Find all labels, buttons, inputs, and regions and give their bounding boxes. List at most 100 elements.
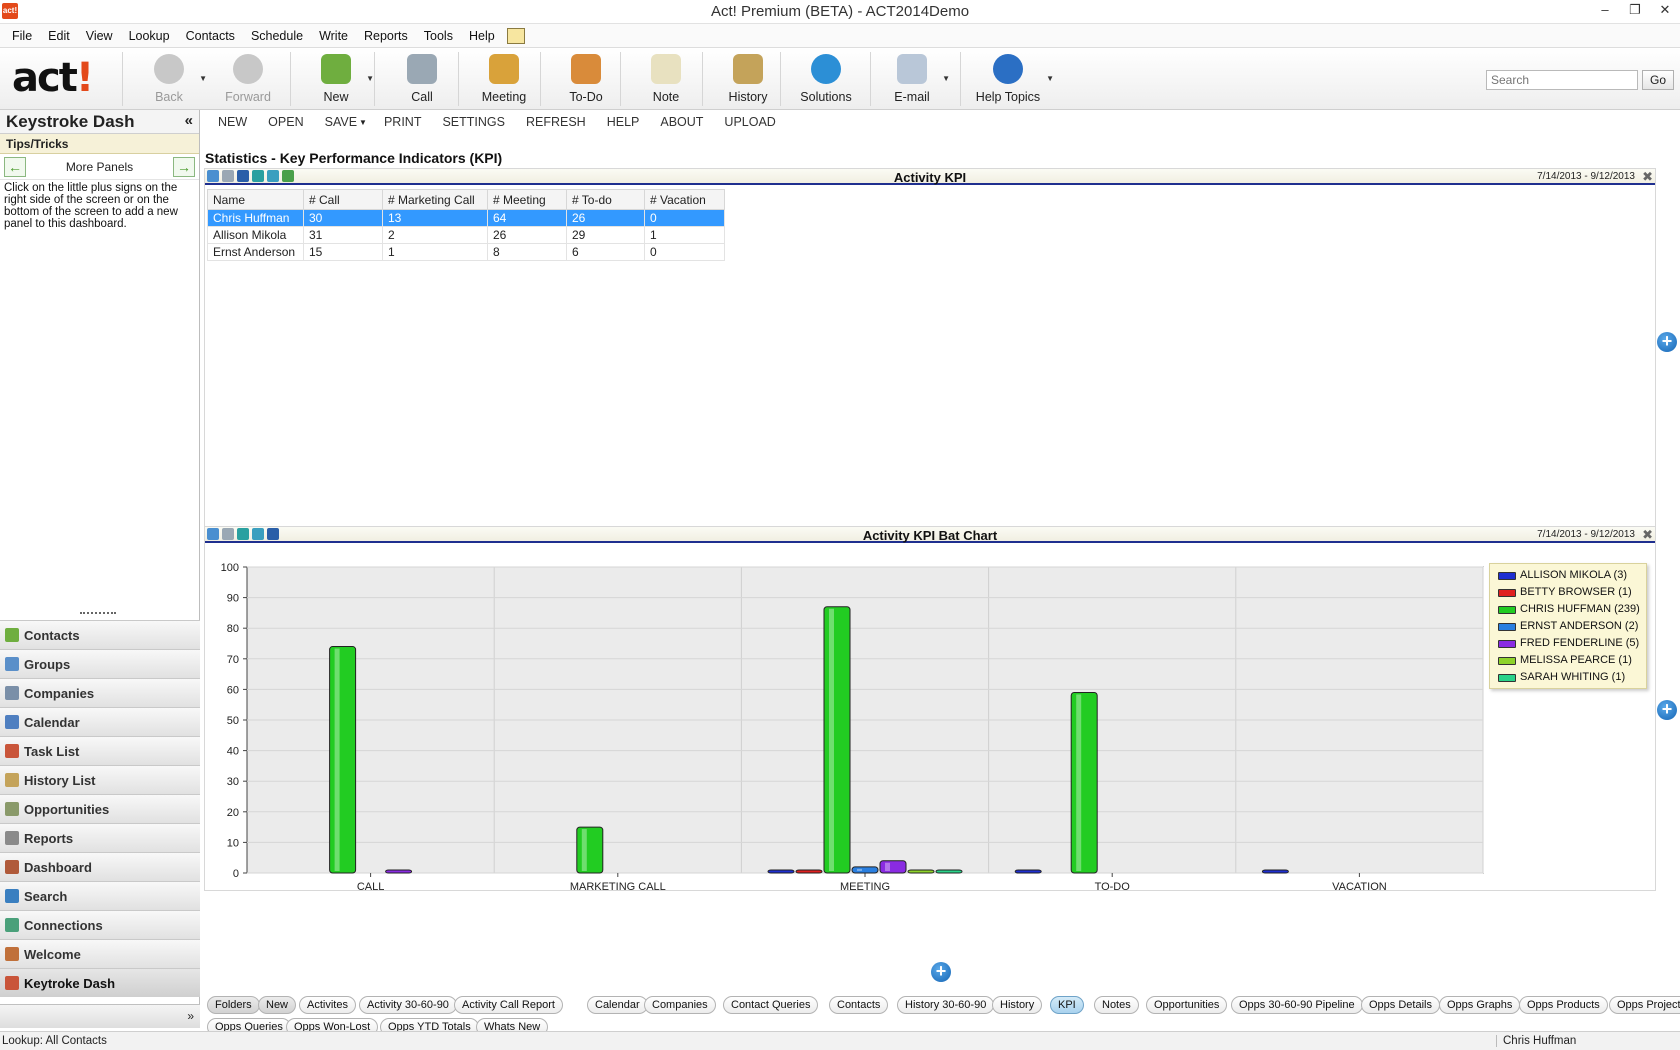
close-panel-icon[interactable]: ✖ (1642, 169, 1653, 185)
tab-calendar[interactable]: Calendar (587, 996, 648, 1014)
table-row[interactable]: Allison Mikola 31 2 26 29 1 (207, 226, 725, 244)
nav-item-opportunities[interactable]: Opportunities (0, 794, 200, 823)
menu-edit[interactable]: Edit (40, 29, 78, 43)
bar[interactable] (1014, 869, 1042, 874)
bar[interactable] (1070, 691, 1098, 874)
date-range[interactable]: 7/14/2013 - 9/12/2013 (1537, 529, 1635, 540)
chevron-down-icon[interactable]: ▼ (359, 118, 367, 127)
date-range[interactable]: 7/14/2013 - 9/12/2013 (1537, 171, 1635, 182)
toolbar-forward-button[interactable]: Forward (212, 52, 284, 108)
bar[interactable] (935, 869, 963, 874)
nav-item-groups[interactable]: Groups (0, 649, 200, 678)
column-header[interactable]: Name (207, 189, 304, 210)
add-panel-bottom-icon[interactable]: + (931, 962, 951, 982)
tab-activity-call-report[interactable]: Activity Call Report (454, 996, 563, 1014)
table-row[interactable]: Ernst Anderson 15 1 8 6 0 (207, 243, 725, 261)
menu-tools[interactable]: Tools (416, 29, 461, 43)
nav-item-reports[interactable]: Reports (0, 823, 200, 852)
toolbar-note-button[interactable]: Note (630, 52, 702, 108)
folder-view-icon[interactable] (506, 27, 525, 44)
chevron-down-icon[interactable]: ▼ (199, 74, 207, 83)
column-header[interactable]: # Call (303, 189, 383, 210)
toolbar-solutions-button[interactable]: Solutions (790, 52, 862, 108)
toolbar-help-topics-button[interactable]: Help Topics ▼ (968, 52, 1054, 108)
bar[interactable] (851, 866, 879, 874)
bar[interactable] (795, 869, 823, 874)
nav-item-welcome[interactable]: Welcome (0, 939, 200, 968)
maximize-button[interactable]: ❐ (1620, 0, 1650, 22)
menu-file[interactable]: File (4, 29, 40, 43)
command-upload[interactable]: UPLOAD (717, 115, 789, 129)
go-button[interactable]: Go (1642, 70, 1674, 90)
nav-item-keytroke-dash[interactable]: Keytroke Dash (0, 968, 200, 997)
menu-lookup[interactable]: Lookup (121, 29, 178, 43)
chevron-down-icon[interactable]: ▼ (1046, 74, 1054, 83)
tab-notes[interactable]: Notes (1094, 996, 1139, 1014)
bar[interactable] (576, 826, 604, 874)
nav-item-calendar[interactable]: Calendar (0, 707, 200, 736)
command-help[interactable]: HELP (600, 115, 654, 129)
minimize-button[interactable]: – (1590, 0, 1620, 22)
add-panel-right-icon[interactable]: + (1657, 700, 1677, 720)
menu-write[interactable]: Write (311, 29, 356, 43)
tab-folders[interactable]: Folders (207, 996, 260, 1014)
menu-help[interactable]: Help (461, 29, 503, 43)
expand-chevron-icon[interactable]: » (187, 1009, 194, 1023)
tab-opps-projection[interactable]: Opps Projection (1609, 996, 1680, 1014)
command-print[interactable]: PRINT (377, 115, 436, 129)
command-settings[interactable]: SETTINGS (435, 115, 519, 129)
tab-opps-30-60-90-pipeline[interactable]: Opps 30-60-90 Pipeline (1231, 996, 1363, 1014)
tab-opportunities[interactable]: Opportunities (1146, 996, 1228, 1014)
command-open[interactable]: OPEN (261, 115, 317, 129)
column-header[interactable]: # Marketing Call (382, 189, 488, 210)
toolbar-e-mail-button[interactable]: E-mail ▼ (876, 52, 950, 108)
command-about[interactable]: ABOUT (653, 115, 717, 129)
nav-item-history-list[interactable]: History List (0, 765, 200, 794)
close-window-button[interactable]: ✕ (1650, 0, 1680, 22)
tab-opps-products[interactable]: Opps Products (1519, 996, 1608, 1014)
bar[interactable] (329, 646, 357, 874)
nav-item-contacts[interactable]: Contacts (0, 620, 200, 649)
tab-history[interactable]: History (992, 996, 1043, 1014)
command-new[interactable]: NEW (211, 115, 261, 129)
menu-reports[interactable]: Reports (356, 29, 416, 43)
toolbar-back-button[interactable]: Back ▼ (133, 52, 207, 108)
collapse-icon[interactable]: « (185, 112, 193, 129)
menu-view[interactable]: View (78, 29, 121, 43)
tab-opps-details[interactable]: Opps Details (1361, 996, 1440, 1014)
column-header[interactable]: # To-do (566, 189, 645, 210)
toolbar-call-button[interactable]: Call (386, 52, 458, 108)
bar[interactable] (823, 606, 851, 874)
nav-item-dashboard[interactable]: Dashboard (0, 852, 200, 881)
column-header[interactable]: # Meeting (487, 189, 567, 210)
nav-item-task-list[interactable]: Task List (0, 736, 200, 765)
search-input[interactable] (1486, 70, 1638, 90)
bar[interactable] (879, 860, 907, 874)
add-panel-right-icon[interactable]: + (1657, 332, 1677, 352)
tab-companies[interactable]: Companies (644, 996, 716, 1014)
chevron-down-icon[interactable]: ▼ (942, 74, 950, 83)
resize-grip[interactable] (80, 612, 116, 616)
toolbar-new-button[interactable]: New ▼ (300, 52, 374, 108)
next-arrow-icon[interactable]: → (173, 157, 195, 177)
menu-contacts[interactable]: Contacts (178, 29, 243, 43)
table-row[interactable]: Chris Huffman 30 13 64 26 0 (207, 209, 725, 227)
command-refresh[interactable]: REFRESH (519, 115, 600, 129)
column-header[interactable]: # Vacation (644, 189, 725, 210)
tab-history-30-60-90[interactable]: History 30-60-90 (897, 996, 995, 1014)
bar[interactable] (767, 869, 795, 874)
tab-opps-graphs[interactable]: Opps Graphs (1439, 996, 1521, 1014)
chevron-down-icon[interactable]: ▼ (366, 74, 374, 83)
menu-schedule[interactable]: Schedule (243, 29, 311, 43)
tab-new[interactable]: New (258, 996, 297, 1014)
nav-item-search[interactable]: Search (0, 881, 200, 910)
tab-contacts[interactable]: Contacts (829, 996, 889, 1014)
nav-item-connections[interactable]: Connections (0, 910, 200, 939)
tab-contact-queries[interactable]: Contact Queries (723, 996, 819, 1014)
tab-activites[interactable]: Activites (299, 996, 356, 1014)
tab-activity-30-60-90[interactable]: Activity 30-60-90 (359, 996, 457, 1014)
toolbar-to-do-button[interactable]: To-Do (550, 52, 622, 108)
close-panel-icon[interactable]: ✖ (1642, 527, 1653, 543)
toolbar-history-button[interactable]: History (712, 52, 784, 108)
toolbar-meeting-button[interactable]: Meeting (468, 52, 540, 108)
